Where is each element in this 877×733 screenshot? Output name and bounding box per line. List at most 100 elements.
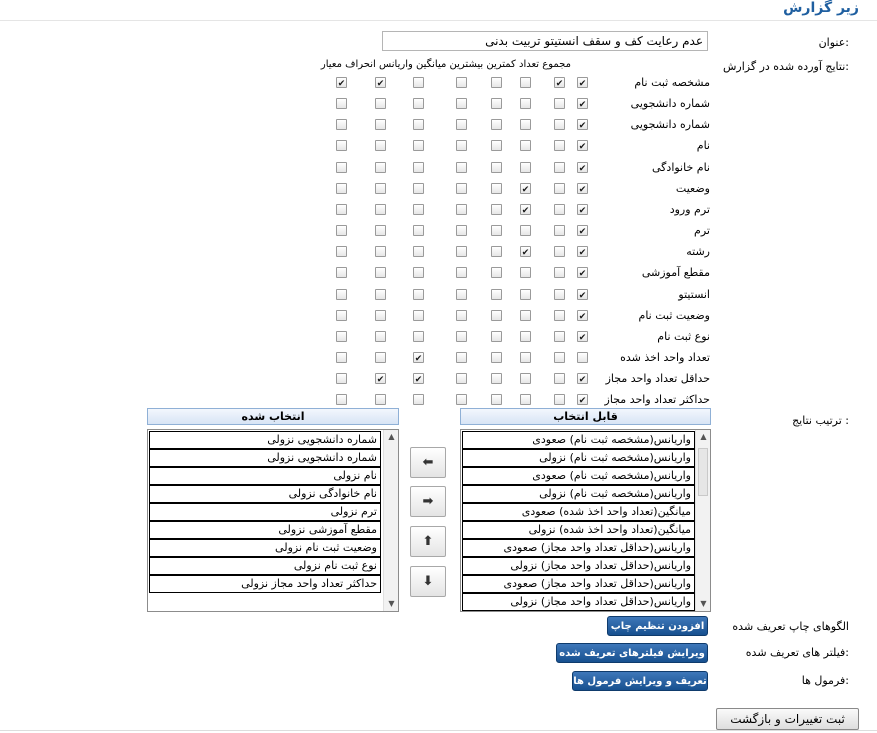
result-checkbox[interactable]: [491, 310, 502, 321]
result-checkbox[interactable]: [577, 77, 588, 88]
result-checkbox[interactable]: [491, 140, 502, 151]
result-checkbox[interactable]: [554, 98, 565, 109]
result-checkbox[interactable]: [456, 140, 467, 151]
list-item[interactable]: میانگین(تعداد واحد اخذ شده) نزولی: [462, 521, 695, 539]
result-checkbox[interactable]: [491, 352, 502, 363]
scroll-thumb[interactable]: [698, 448, 708, 496]
list-item[interactable]: واریانس(مشخصه ثبت نام) نزولی: [462, 449, 695, 467]
result-checkbox[interactable]: [375, 267, 386, 278]
result-checkbox[interactable]: [413, 225, 424, 236]
result-checkbox[interactable]: [554, 373, 565, 384]
result-checkbox[interactable]: [413, 289, 424, 300]
result-checkbox[interactable]: [375, 183, 386, 194]
result-checkbox[interactable]: [520, 183, 531, 194]
result-checkbox[interactable]: [577, 373, 588, 384]
result-checkbox[interactable]: [456, 310, 467, 321]
result-checkbox[interactable]: [456, 77, 467, 88]
result-checkbox[interactable]: [413, 352, 424, 363]
list-item[interactable]: نوع ثبت نام نزولی: [149, 557, 381, 575]
result-checkbox[interactable]: [520, 267, 531, 278]
result-checkbox[interactable]: [336, 289, 347, 300]
list-item[interactable]: نام نزولی: [149, 467, 381, 485]
result-checkbox[interactable]: [336, 373, 347, 384]
result-checkbox[interactable]: [336, 162, 347, 173]
result-checkbox[interactable]: [413, 373, 424, 384]
result-checkbox[interactable]: [413, 267, 424, 278]
result-checkbox[interactable]: [491, 267, 502, 278]
result-checkbox[interactable]: [491, 119, 502, 130]
result-checkbox[interactable]: [491, 289, 502, 300]
result-checkbox[interactable]: [577, 246, 588, 257]
result-checkbox[interactable]: [375, 225, 386, 236]
result-checkbox[interactable]: [554, 310, 565, 321]
selected-list-scrollbar[interactable]: ▲ ▼: [383, 430, 398, 611]
edit-filters-button[interactable]: ویرایش فیلترهای تعریف شده: [556, 643, 708, 663]
result-checkbox[interactable]: [554, 225, 565, 236]
move-right-button[interactable]: ➡: [410, 486, 446, 517]
result-checkbox[interactable]: [520, 289, 531, 300]
result-checkbox[interactable]: [336, 331, 347, 342]
result-checkbox[interactable]: [456, 98, 467, 109]
result-checkbox[interactable]: [577, 162, 588, 173]
result-checkbox[interactable]: [336, 204, 347, 215]
result-checkbox[interactable]: [491, 204, 502, 215]
list-item[interactable]: واریانس(حداقل تعداد واحد مجاز) نزولی: [462, 557, 695, 575]
result-checkbox[interactable]: [491, 225, 502, 236]
result-checkbox[interactable]: [577, 140, 588, 151]
result-checkbox[interactable]: [413, 394, 424, 405]
available-list[interactable]: ▲ ▼ واریانس(مشخصه ثبت نام) صعودی واریانس(…: [460, 429, 711, 612]
result-checkbox[interactable]: [554, 204, 565, 215]
result-checkbox[interactable]: [554, 140, 565, 151]
result-checkbox[interactable]: [336, 119, 347, 130]
result-checkbox[interactable]: [375, 373, 386, 384]
result-checkbox[interactable]: [336, 246, 347, 257]
result-checkbox[interactable]: [520, 119, 531, 130]
result-checkbox[interactable]: [456, 225, 467, 236]
result-checkbox[interactable]: [554, 289, 565, 300]
list-item[interactable]: میانگین(تعداد واحد اخذ شده) صعودی: [462, 503, 695, 521]
result-checkbox[interactable]: [520, 140, 531, 151]
result-checkbox[interactable]: [554, 352, 565, 363]
result-checkbox[interactable]: [577, 267, 588, 278]
list-item[interactable]: حداکثر تعداد واحد مجاز نزولی: [149, 575, 381, 593]
result-checkbox[interactable]: [456, 183, 467, 194]
list-item[interactable]: شماره دانشجویی نزولی: [149, 431, 381, 449]
submit-and-return-button[interactable]: ثبت تغییرات و بازگشت: [716, 708, 859, 730]
result-checkbox[interactable]: [491, 183, 502, 194]
result-checkbox[interactable]: [456, 331, 467, 342]
result-checkbox[interactable]: [491, 246, 502, 257]
move-left-button[interactable]: ⬅: [410, 447, 446, 478]
result-checkbox[interactable]: [554, 267, 565, 278]
result-checkbox[interactable]: [336, 352, 347, 363]
move-up-button[interactable]: ⬆: [410, 526, 446, 557]
result-checkbox[interactable]: [577, 352, 588, 363]
result-checkbox[interactable]: [554, 183, 565, 194]
scroll-down-icon[interactable]: ▼: [696, 597, 710, 611]
result-checkbox[interactable]: [375, 140, 386, 151]
result-checkbox[interactable]: [577, 331, 588, 342]
result-checkbox[interactable]: [456, 267, 467, 278]
result-checkbox[interactable]: [413, 204, 424, 215]
result-checkbox[interactable]: [577, 310, 588, 321]
scroll-up-icon[interactable]: ▲: [384, 430, 398, 444]
list-item[interactable]: واریانس(حداقل تعداد واحد مجاز) صعودی: [462, 575, 695, 593]
list-item[interactable]: شماره دانشجویی نزولی: [149, 449, 381, 467]
result-checkbox[interactable]: [336, 267, 347, 278]
result-checkbox[interactable]: [375, 162, 386, 173]
list-item[interactable]: وضعیت ثبت نام نزولی: [149, 539, 381, 557]
result-checkbox[interactable]: [375, 204, 386, 215]
result-checkbox[interactable]: [336, 310, 347, 321]
result-checkbox[interactable]: [520, 225, 531, 236]
result-checkbox[interactable]: [554, 162, 565, 173]
result-checkbox[interactable]: [336, 140, 347, 151]
result-checkbox[interactable]: [577, 119, 588, 130]
result-checkbox[interactable]: [520, 204, 531, 215]
result-checkbox[interactable]: [413, 77, 424, 88]
result-checkbox[interactable]: [554, 119, 565, 130]
result-checkbox[interactable]: [577, 225, 588, 236]
result-checkbox[interactable]: [375, 246, 386, 257]
result-checkbox[interactable]: [491, 162, 502, 173]
edit-formulas-button[interactable]: تعریف و ویرایش فرمول ها: [572, 671, 708, 691]
result-checkbox[interactable]: [413, 98, 424, 109]
result-checkbox[interactable]: [520, 310, 531, 321]
